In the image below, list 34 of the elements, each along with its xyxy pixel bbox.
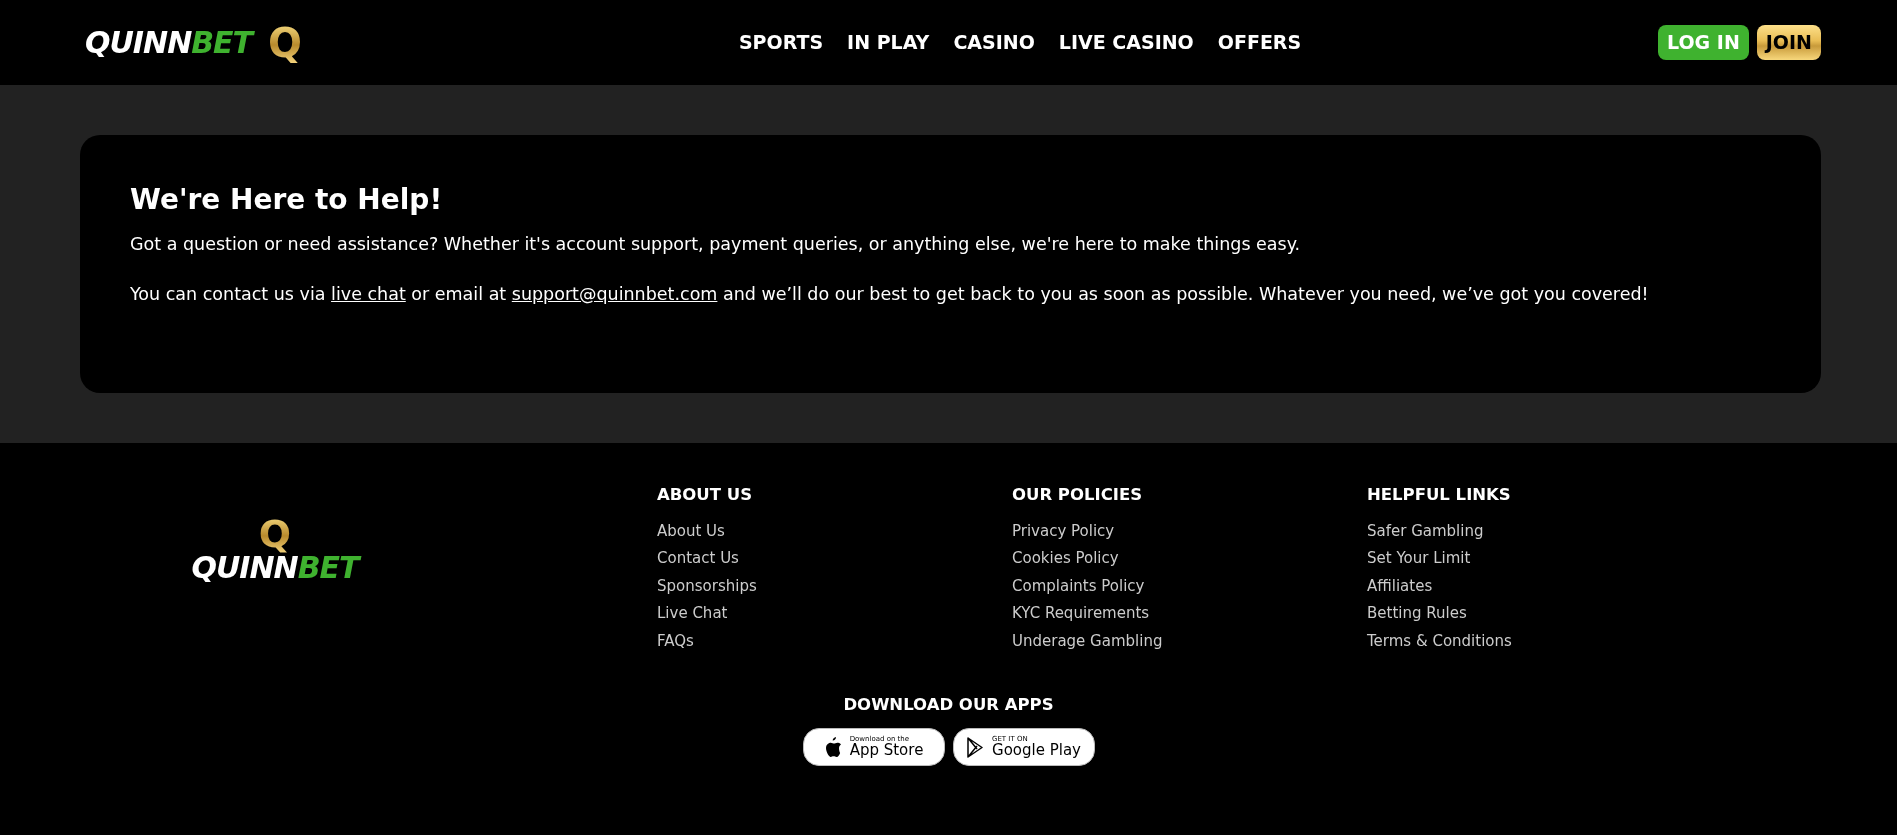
footer-link[interactable]: Contact Us xyxy=(657,545,739,573)
footer-link[interactable]: KYC Requirements xyxy=(1012,600,1150,628)
apple-icon xyxy=(823,736,842,758)
footer-link[interactable]: Underage Gambling xyxy=(1012,627,1163,656)
column-heading: ABOUT US xyxy=(657,484,753,506)
footer-link[interactable]: FAQs xyxy=(657,627,694,656)
nav-link[interactable]: IN PLAY xyxy=(847,28,930,57)
footer-link[interactable]: Set Your Limit xyxy=(1367,545,1471,573)
footer-logo[interactable]: Q QUINNBET xyxy=(190,515,360,583)
column-heading: HELPFUL LINKS xyxy=(1367,484,1511,506)
paragraph: You can contact us via live chat or email at support@quinnbet.com and we’ll do our best to get back to you as soon as possible. Whatever you need, we’ve got you covered! xyxy=(130,282,1650,306)
footer-link[interactable]: Cookies Policy xyxy=(1012,545,1119,573)
text-link[interactable]: live chat xyxy=(331,283,406,304)
play-icon xyxy=(966,736,984,758)
nav-link[interactable]: CASINO xyxy=(953,28,1035,57)
footer-link[interactable]: About Us xyxy=(657,517,725,546)
paragraph: Got a question or need assistance? Whether it's account support, payment queries, or anything else, we're here to make things easy. xyxy=(130,232,1302,256)
nav-link[interactable]: OFFERS xyxy=(1217,28,1302,57)
nav-link[interactable]: LIVE CASINO xyxy=(1058,28,1194,57)
footer-link[interactable]: Safer Gambling xyxy=(1367,517,1484,546)
footer-link[interactable]: Betting Rules xyxy=(1367,600,1467,628)
footer-link[interactable]: Privacy Policy xyxy=(1012,517,1115,546)
apps-heading: DOWNLOAD OUR APPS xyxy=(843,694,1054,717)
footer-link[interactable]: Terms & Conditions xyxy=(1367,627,1512,656)
text-link[interactable]: support@quinnbet.com xyxy=(511,283,718,304)
site-logo[interactable]: QUINNBET Q xyxy=(85,22,303,63)
card-title: We're Here to Help! xyxy=(130,183,444,217)
footer-link[interactable]: Live Chat xyxy=(657,600,728,628)
join-button[interactable]: JOIN xyxy=(1756,25,1821,60)
nav-link[interactable]: SPORTS xyxy=(738,28,824,57)
column-heading: OUR POLICIES xyxy=(1012,484,1143,506)
footer-link[interactable]: Complaints Policy xyxy=(1012,572,1145,601)
footer-link[interactable]: Sponsorships xyxy=(657,572,757,601)
footer-link[interactable]: Affiliates xyxy=(1367,572,1433,601)
